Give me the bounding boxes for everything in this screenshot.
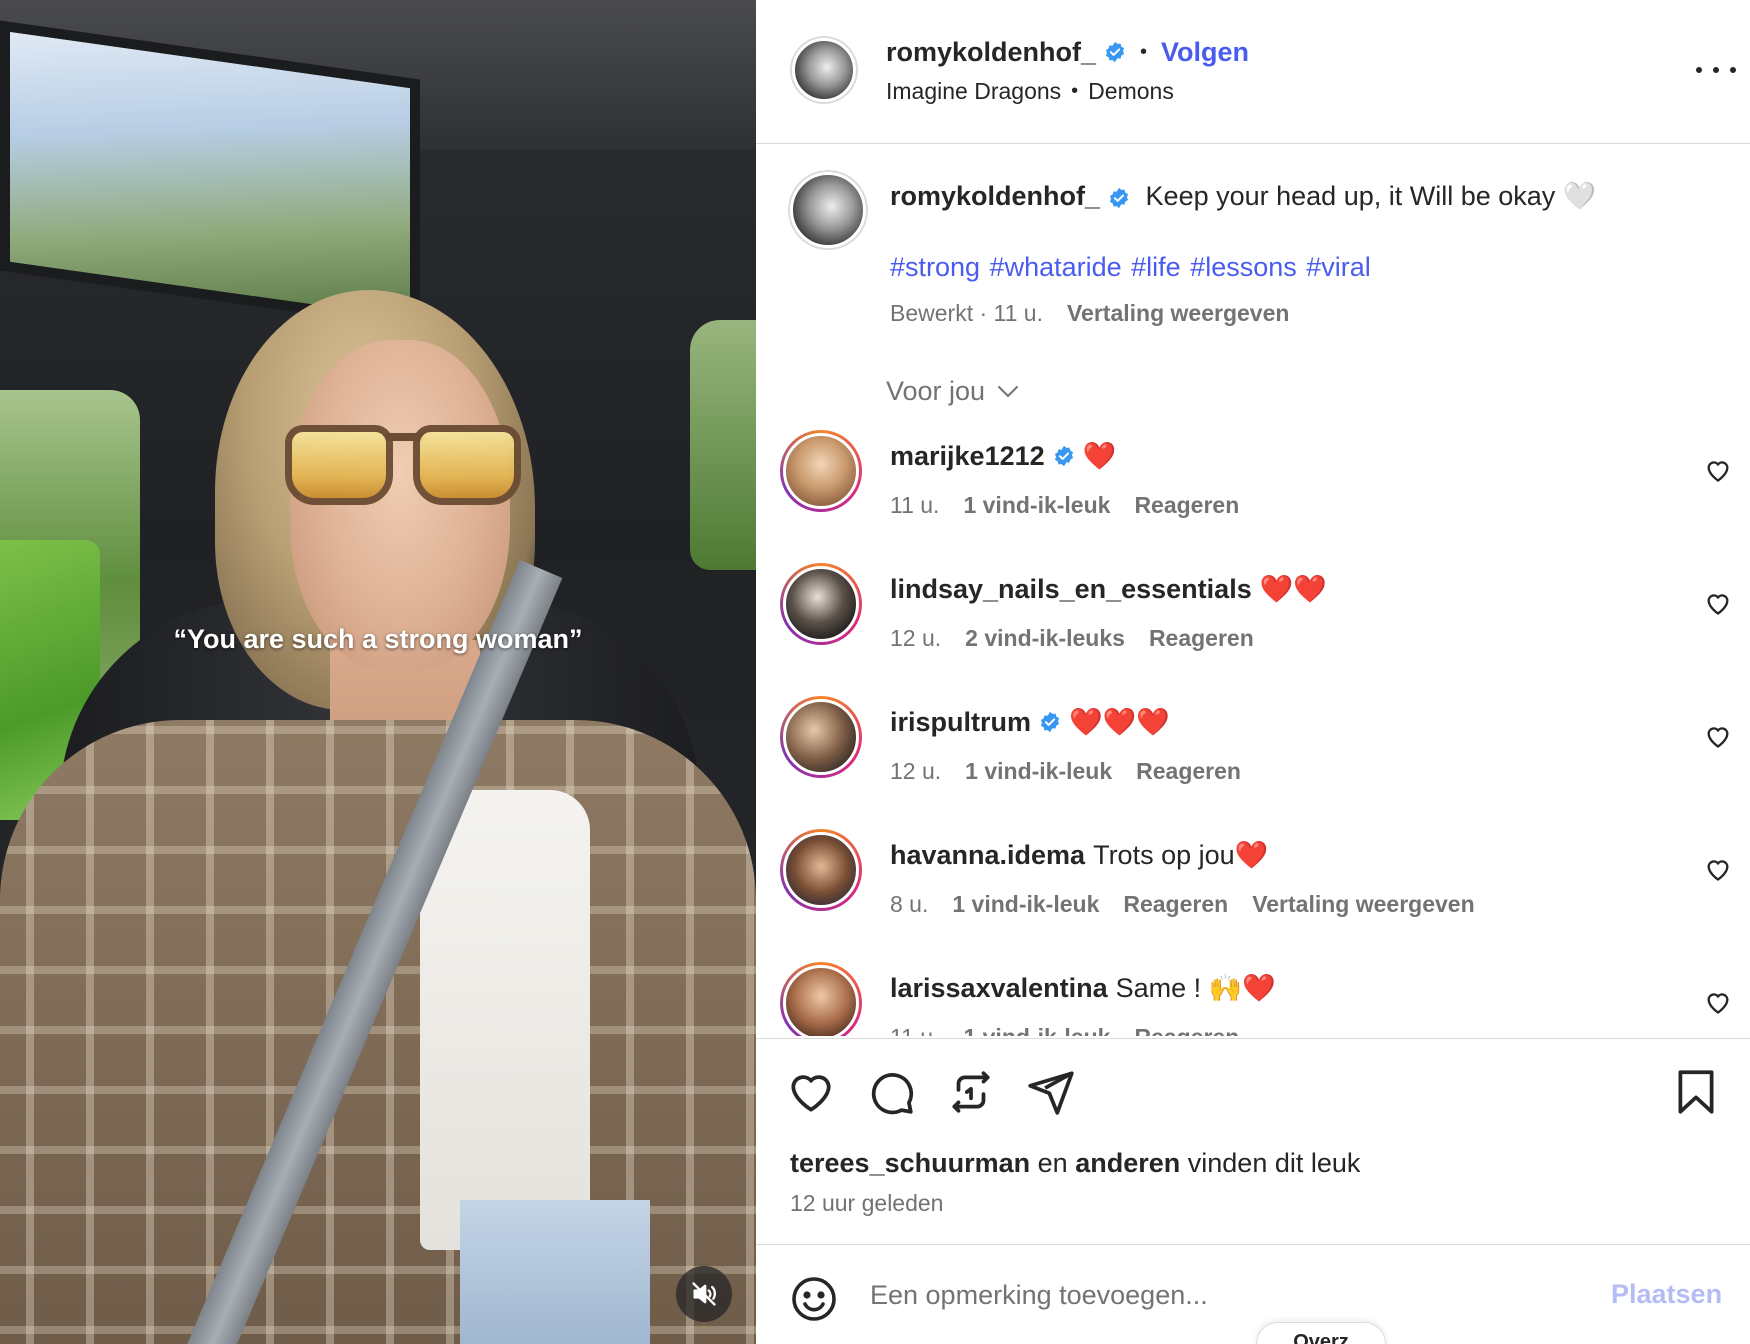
post-timestamp[interactable]: 12 uur geleden <box>790 1190 943 1217</box>
likes-and: en <box>1037 1148 1068 1178</box>
post-comment-button[interactable]: Plaatsen <box>1611 1279 1722 1310</box>
post-header: romykoldenhof_ • Volgen Imagine Dragons … <box>756 0 1750 144</box>
post-video[interactable]: “You are such a strong woman” <box>0 0 756 1344</box>
comment-bubble-icon[interactable] <box>866 1067 916 1117</box>
verified-badge-icon <box>1109 187 1129 208</box>
comment-item: lindsay_nails_en_essentials ❤️❤️ 12 u. 2… <box>756 553 1750 686</box>
follow-button[interactable]: Volgen <box>1161 37 1249 68</box>
verified-badge-icon <box>1040 711 1060 733</box>
messages-tab[interactable]: Overz <box>1256 1322 1386 1344</box>
car-window-right <box>690 320 756 570</box>
caption-text: Keep your head up, it Will be okay 🤍 <box>1145 181 1597 211</box>
post-caption: romykoldenhof_ Keep your head up, it Wil… <box>756 144 1750 364</box>
audio-info[interactable]: Imagine Dragons • Demons <box>886 78 1174 105</box>
verified-badge-icon <box>1054 445 1073 467</box>
comment-like-heart-icon[interactable] <box>1704 855 1732 883</box>
comment-reply-button[interactable]: Reageren <box>1123 891 1228 918</box>
comment-username[interactable]: lindsay_nails_en_essentials <box>890 574 1252 605</box>
comment-username[interactable]: havanna.idema <box>890 840 1085 871</box>
comment-avatar[interactable] <box>780 829 862 911</box>
jeans <box>460 1200 650 1344</box>
comment-like-heart-icon[interactable] <box>1704 589 1732 617</box>
caption-author-avatar[interactable] <box>788 170 868 250</box>
comment-like-heart-icon[interactable] <box>1704 988 1732 1016</box>
verified-badge-icon <box>1105 41 1125 63</box>
comment-item: marijke1212 ❤️ 11 u. 1 vind-ik-leuk Reag… <box>756 420 1750 553</box>
comment-username[interactable]: irispultrum <box>890 707 1031 738</box>
comment-username[interactable]: larissaxvalentina <box>890 973 1108 1004</box>
liked-by-others[interactable]: anderen <box>1075 1148 1180 1178</box>
heart-icon[interactable] <box>786 1067 836 1117</box>
comment-reply-button[interactable]: Reageren <box>1134 492 1239 519</box>
comment-time: 11 u. <box>890 1024 939 1036</box>
comment-sort-dropdown[interactable]: Voor jou <box>886 376 1019 407</box>
comment-list[interactable]: marijke1212 ❤️ 11 u. 1 vind-ik-leuk Reag… <box>756 420 1750 1036</box>
person-face <box>290 340 510 670</box>
comment-text: ❤️ <box>1082 441 1117 471</box>
repost-icon[interactable] <box>946 1067 996 1117</box>
author-avatar[interactable] <box>790 36 858 104</box>
caption-username[interactable]: romykoldenhof_ <box>890 181 1100 211</box>
comment-avatar[interactable] <box>780 696 862 778</box>
comment-text: ❤️❤️ <box>1259 574 1327 604</box>
comment-reply-button[interactable]: Reageren <box>1136 758 1241 785</box>
comment-like-heart-icon[interactable] <box>1704 722 1732 750</box>
sunglasses <box>285 425 525 505</box>
comment-like-heart-icon[interactable] <box>1704 456 1732 484</box>
comment-time: 8 u. <box>890 891 929 917</box>
audio-artist[interactable]: Imagine Dragons <box>886 78 1061 105</box>
add-comment-bar: Plaatsen <box>756 1244 1750 1344</box>
comment-reply-button[interactable]: Reageren <box>1134 1024 1239 1036</box>
chevron-down-icon <box>998 385 1019 397</box>
comment-reply-button[interactable]: Reageren <box>1149 625 1254 652</box>
post-side-panel: romykoldenhof_ • Volgen Imagine Dragons … <box>756 0 1750 1344</box>
video-overlay-caption: “You are such a strong woman” <box>173 624 583 654</box>
comment-likes-count[interactable]: 1 vind-ik-leuk <box>952 891 1099 918</box>
comment-time: 12 u. <box>890 758 942 784</box>
comment-text: ❤️❤️❤️ <box>1069 707 1170 737</box>
likes-summary[interactable]: terees_schuurman en anderen vinden dit l… <box>790 1148 1360 1179</box>
smiley-icon[interactable] <box>790 1275 838 1323</box>
post-action-bar <box>756 1038 1750 1128</box>
comment-likes-count[interactable]: 1 vind-ik-leuk <box>965 758 1112 785</box>
mute-button[interactable] <box>676 1266 732 1322</box>
comment-text: Same ! 🙌❤️ <box>1115 973 1276 1003</box>
author-username[interactable]: romykoldenhof_ <box>886 37 1096 68</box>
liked-by-username[interactable]: terees_schuurman <box>790 1148 1030 1178</box>
comment-avatar[interactable] <box>780 563 862 645</box>
white-top <box>420 790 590 1250</box>
comment-time: 11 u. <box>890 492 940 518</box>
bookmark-icon[interactable] <box>1671 1067 1721 1117</box>
comment-avatar[interactable] <box>780 962 862 1036</box>
comment-likes-count[interactable]: 2 vind-ik-leuks <box>965 625 1125 652</box>
comment-item: larissaxvalentina Same ! 🙌❤️ 11 u. 1 vin… <box>756 952 1750 1036</box>
comment-item: havanna.idema Trots op jou❤️ 8 u. 1 vind… <box>756 819 1750 952</box>
separator-dot: • <box>1071 80 1079 102</box>
send-icon[interactable] <box>1026 1067 1076 1117</box>
comment-username[interactable]: marijke1212 <box>890 441 1045 472</box>
comment-text: Trots op jou❤️ <box>1093 840 1269 870</box>
speaker-muted-icon <box>692 1282 717 1306</box>
caption-hashtags[interactable]: #strong #whataride #life #lessons #viral <box>890 252 1371 283</box>
comment-likes-count[interactable]: 1 vind-ik-leuk <box>963 492 1110 519</box>
caption-translate-link[interactable]: Vertaling weergeven <box>1067 300 1289 327</box>
comment-sort-label: Voor jou <box>886 376 986 406</box>
comment-time: 12 u. <box>890 625 942 651</box>
comment-item: irispultrum ❤️❤️❤️ 12 u. 1 vind-ik-leuk … <box>756 686 1750 819</box>
comment-input[interactable] <box>870 1269 1570 1321</box>
comment-avatar[interactable] <box>780 430 862 512</box>
comment-likes-count[interactable]: 1 vind-ik-leuk <box>963 1024 1110 1036</box>
likes-suffix: vinden dit leuk <box>1187 1148 1361 1178</box>
separator-dot: • <box>1140 40 1148 63</box>
caption-edited-time: Bewerkt · 11 u. <box>890 300 1043 326</box>
comment-translate-link[interactable]: Vertaling weergeven <box>1252 891 1474 918</box>
more-options-icon[interactable] <box>1696 56 1736 84</box>
audio-title[interactable]: Demons <box>1088 78 1174 105</box>
